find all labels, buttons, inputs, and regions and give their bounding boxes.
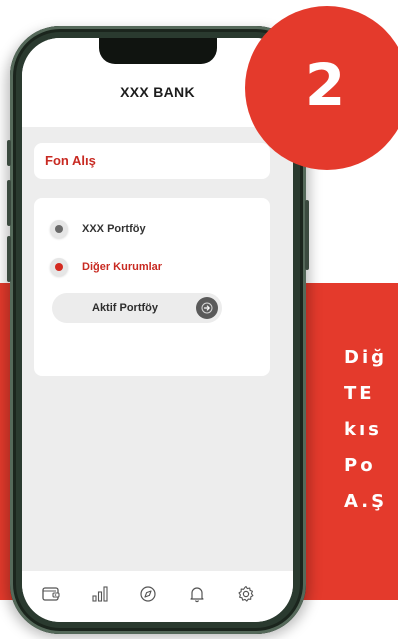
arrow-right-icon[interactable] — [196, 297, 218, 319]
option-xxx-portfoy[interactable]: XXX Portföy — [50, 218, 146, 240]
volume-down-button — [7, 180, 11, 226]
portfolio-options-card: XXX Portföy Diğer Kurumlar Aktif Portföy — [34, 198, 270, 376]
option-diger-kurumlar[interactable]: Diğer Kurumlar — [50, 256, 162, 278]
radio-dot-selected — [55, 263, 63, 271]
fon-alis-card[interactable]: Fon Alış — [34, 143, 270, 179]
promo-line: Po — [344, 455, 376, 476]
power-button — [305, 200, 309, 270]
step-badge: 2 — [245, 6, 398, 170]
radio-xxx-portfoy[interactable] — [50, 220, 68, 238]
option-label-diger: Diğer Kurumlar — [82, 261, 163, 273]
gear-icon[interactable] — [233, 581, 259, 607]
promo-line: A.Ş — [344, 491, 388, 512]
option-label-xxx: XXX Portföy — [82, 223, 146, 235]
fon-alis-label: Fon Alış — [45, 153, 96, 168]
step-number: 2 — [304, 51, 346, 119]
aktif-portfoy-button[interactable]: Aktif Portföy — [52, 293, 222, 323]
phone-notch — [99, 38, 217, 64]
stage: Diğ TE kıs Po A.Ş XXX BANK Fon Alış XXX … — [0, 0, 398, 639]
radio-dot — [55, 225, 63, 233]
tab-bar — [22, 571, 293, 622]
radio-diger-kurumlar[interactable] — [50, 258, 68, 276]
promo-line: Diğ — [344, 347, 387, 368]
compass-icon[interactable] — [135, 581, 161, 607]
volume-up-button — [7, 140, 11, 166]
volume-side-button — [7, 236, 11, 282]
aktif-portfoy-label: Aktif Portföy — [92, 302, 158, 314]
bell-icon[interactable] — [184, 581, 210, 607]
bar-chart-icon[interactable] — [87, 581, 113, 607]
wallet-icon[interactable] — [38, 581, 64, 607]
promo-text: Diğ TE kıs Po A.Ş — [344, 340, 398, 520]
promo-line: kıs — [344, 419, 382, 440]
promo-line: TE — [344, 383, 375, 404]
phone-screen: XXX BANK Fon Alış XXX Portföy Diğer Kuru… — [22, 38, 293, 622]
